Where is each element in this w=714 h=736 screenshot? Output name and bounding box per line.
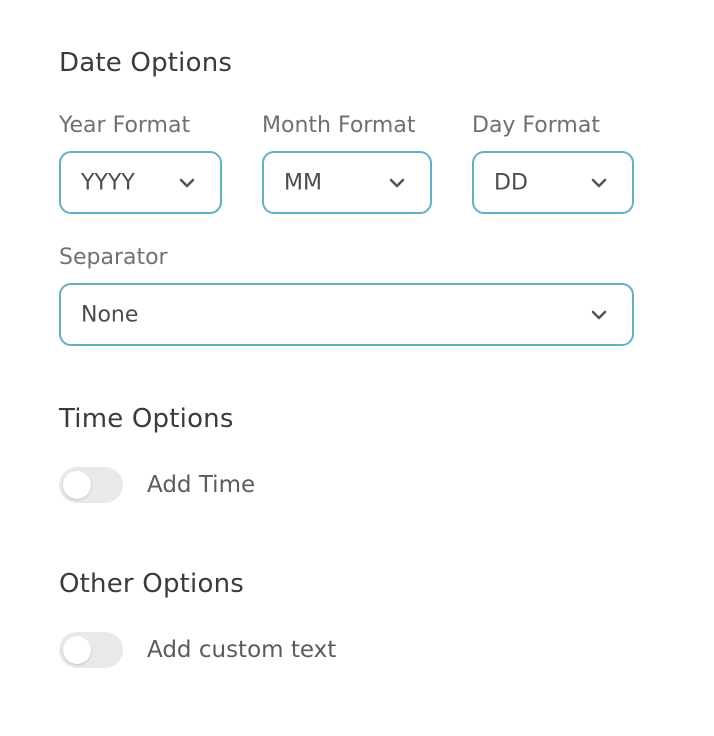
year-format-value: YYYY: [81, 170, 135, 195]
add-custom-text-label: Add custom text: [147, 637, 337, 663]
chevron-down-icon: [588, 304, 610, 326]
add-time-toggle[interactable]: [59, 467, 123, 503]
month-format-value: MM: [284, 170, 322, 195]
date-options-title: Date Options: [59, 48, 233, 78]
add-custom-text-toggle[interactable]: [59, 632, 123, 668]
time-options-title: Time Options: [59, 404, 234, 434]
add-time-label: Add Time: [147, 472, 256, 498]
toggle-knob: [63, 636, 91, 664]
year-format-label: Year Format: [59, 113, 191, 138]
chevron-down-icon: [386, 172, 408, 194]
day-format-label: Day Format: [472, 113, 600, 138]
chevron-down-icon: [588, 172, 610, 194]
chevron-down-icon: [176, 172, 198, 194]
separator-value: None: [81, 302, 139, 327]
day-format-value: DD: [494, 170, 528, 195]
toggle-knob: [63, 471, 91, 499]
other-options-title: Other Options: [59, 569, 245, 599]
add-time-row: Add Time: [59, 467, 459, 503]
separator-select[interactable]: None: [59, 283, 634, 346]
day-format-select[interactable]: DD: [472, 151, 634, 214]
separator-label: Separator: [59, 245, 168, 270]
month-format-label: Month Format: [262, 113, 416, 138]
month-format-select[interactable]: MM: [262, 151, 432, 214]
year-format-select[interactable]: YYYY: [59, 151, 222, 214]
add-custom-text-row: Add custom text: [59, 632, 459, 668]
